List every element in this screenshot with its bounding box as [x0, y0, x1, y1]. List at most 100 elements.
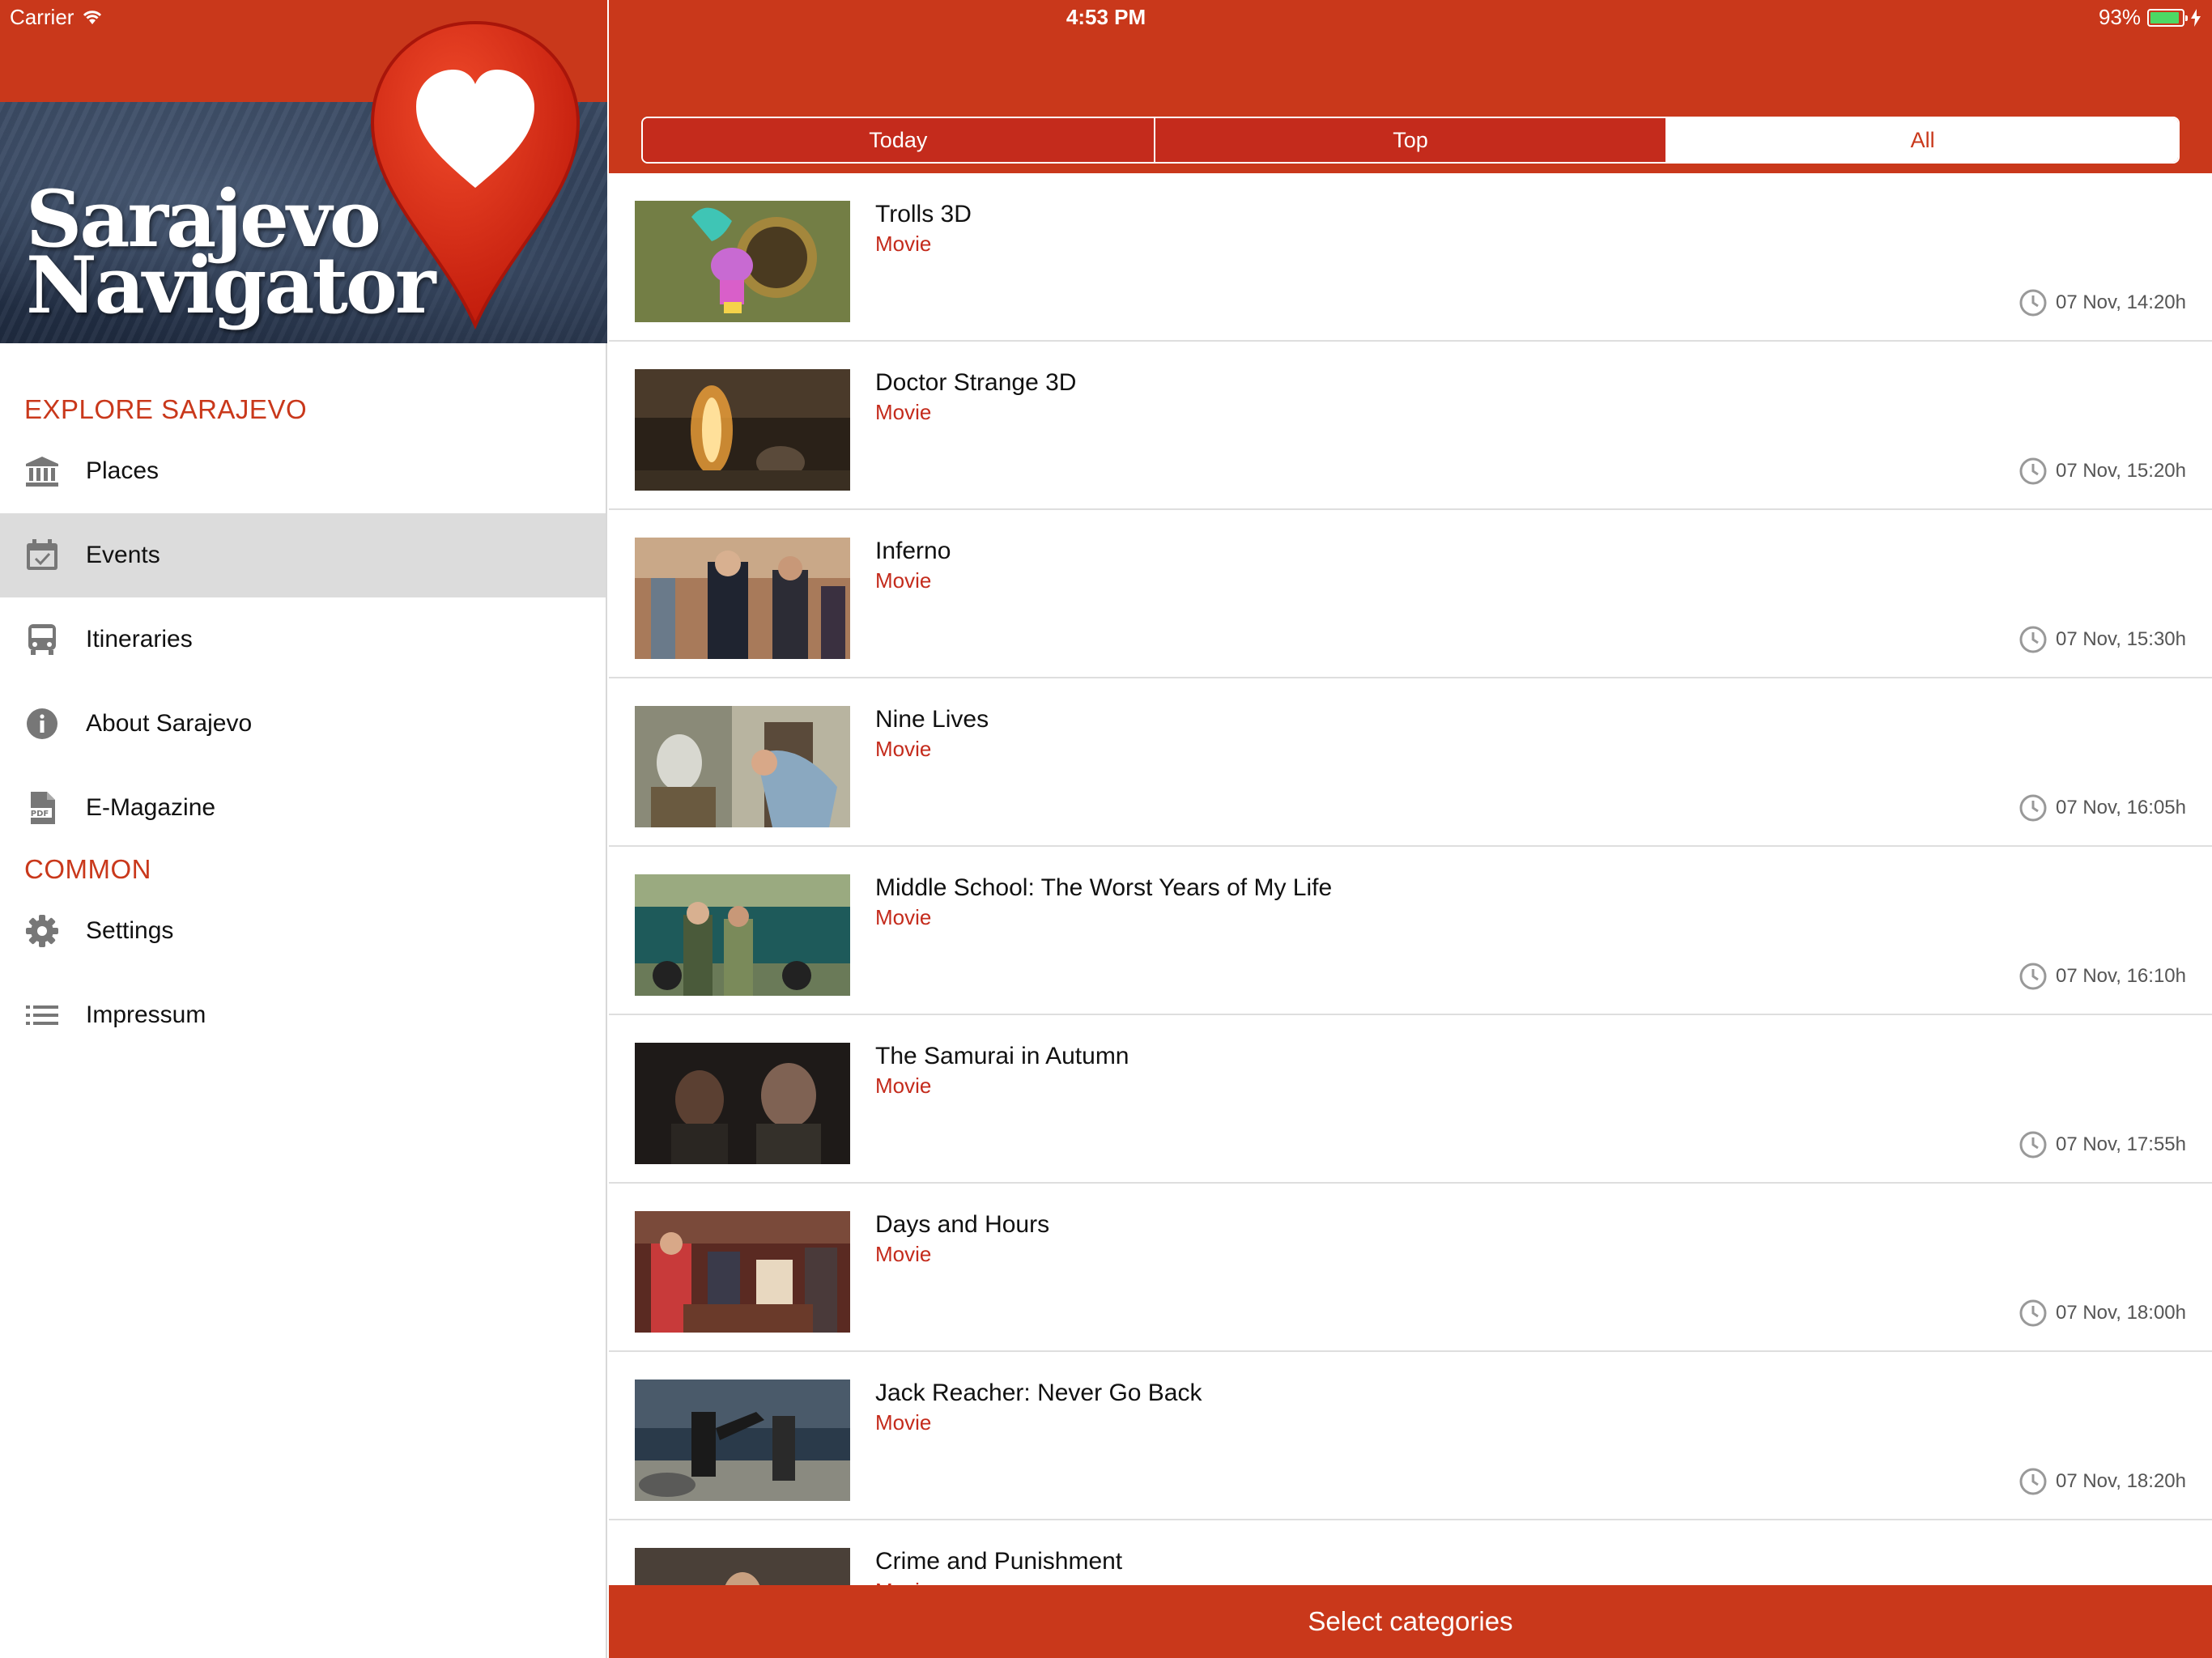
event-category: Movie — [875, 568, 932, 593]
sidebar-nav: EXPLORE SARAJEVO Places Events Itinerari… — [0, 343, 606, 1057]
event-row[interactable]: Inferno Movie 07 Nov, 15:30h — [609, 510, 2212, 678]
event-datetime: 07 Nov, 18:00h — [2018, 1299, 2186, 1328]
event-row[interactable]: Trolls 3D Movie 07 Nov, 14:20h — [609, 173, 2212, 342]
info-icon — [27, 708, 57, 739]
events-panel: Today Top All Trolls 3D Movie 07 Nov, 14… — [609, 0, 2212, 1658]
event-time-label: 07 Nov, 18:00h — [2055, 1302, 2186, 1324]
event-time-label: 07 Nov, 16:05h — [2055, 797, 2186, 818]
event-category: Movie — [875, 737, 932, 761]
sidebar-item-about-sarajevo[interactable]: About Sarajevo — [0, 682, 606, 766]
event-title: Inferno — [875, 538, 951, 564]
event-thumbnail — [635, 1211, 850, 1333]
sidebar-item-label: About Sarajevo — [86, 710, 253, 737]
event-time-label: 07 Nov, 14:20h — [2055, 291, 2186, 313]
event-datetime: 07 Nov, 16:10h — [2018, 962, 2186, 991]
event-category: Movie — [875, 1242, 932, 1266]
event-thumbnail — [635, 369, 850, 491]
sidebar-item-label: Events — [86, 542, 160, 568]
section-title-common: COMMON — [24, 854, 151, 884]
bus-icon — [28, 624, 56, 655]
status-bar: Carrier 4:53 PM 93% — [0, 0, 2212, 34]
sidebar-item-label: Places — [86, 457, 160, 484]
event-title: Nine Lives — [875, 706, 989, 733]
list-icon — [26, 1005, 58, 1025]
pdf-icon: PDF — [28, 792, 55, 824]
gear-icon — [26, 915, 58, 947]
event-title: Trolls 3D — [875, 201, 972, 227]
event-datetime: 07 Nov, 16:05h — [2018, 793, 2186, 823]
event-time-label: 07 Nov, 18:20h — [2055, 1470, 2186, 1492]
event-row[interactable]: Days and Hours Movie 07 Nov, 18:00h — [609, 1184, 2212, 1352]
tab-top[interactable]: Top — [1155, 118, 1668, 162]
sidebar-item-label: Impressum — [86, 1001, 206, 1028]
sidebar: Sarajevo Navigator EXPLORE SARAJEVO Plac… — [0, 0, 607, 1658]
select-categories-button[interactable]: Select categories — [609, 1585, 2212, 1658]
sidebar-header: Sarajevo Navigator — [0, 0, 607, 343]
event-category: Movie — [875, 232, 932, 256]
event-category: Movie — [875, 400, 932, 424]
clock-icon — [2019, 626, 2047, 653]
event-row[interactable]: Middle School: The Worst Years of My Lif… — [609, 847, 2212, 1015]
clock-icon — [2019, 1299, 2047, 1327]
event-datetime: 07 Nov, 18:20h — [2018, 1467, 2186, 1496]
map-pin-heart-icon — [370, 20, 581, 330]
section-title-explore: EXPLORE SARAJEVO — [24, 394, 308, 424]
event-thumbnail — [635, 874, 850, 996]
event-row[interactable]: Crime and Punishment Movie — [609, 1520, 2212, 1585]
sidebar-item-settings[interactable]: Settings — [0, 889, 606, 973]
event-category: Movie — [875, 905, 932, 929]
events-list[interactable]: Trolls 3D Movie 07 Nov, 14:20h Doctor St… — [609, 173, 2212, 1585]
sidebar-item-label: Itineraries — [86, 626, 193, 653]
event-thumbnail — [635, 1380, 850, 1501]
filter-segmented-control: Today Top All — [641, 117, 2180, 164]
event-datetime: 07 Nov, 15:30h — [2018, 625, 2186, 654]
sidebar-item-e-magazine[interactable]: PDF E-Magazine — [0, 766, 606, 850]
clock-icon — [2019, 1468, 2047, 1495]
event-thumbnail — [635, 1548, 850, 1585]
event-row[interactable]: The Samurai in Autumn Movie 07 Nov, 17:5… — [609, 1015, 2212, 1184]
event-time-label: 07 Nov, 16:10h — [2055, 965, 2186, 987]
sidebar-item-itineraries[interactable]: Itineraries — [0, 597, 606, 682]
event-category: Movie — [875, 1073, 932, 1098]
clock-icon — [2019, 457, 2047, 485]
clock-icon — [2019, 963, 2047, 990]
event-datetime: 07 Nov, 14:20h — [2018, 288, 2186, 317]
calendar-check-icon — [27, 539, 57, 570]
tab-all[interactable]: All — [1667, 118, 2178, 162]
sidebar-item-label: Settings — [86, 917, 174, 944]
event-thumbnail — [635, 706, 850, 827]
clock-icon — [2019, 289, 2047, 317]
event-datetime: 07 Nov, 15:20h — [2018, 457, 2186, 486]
event-title: Doctor Strange 3D — [875, 369, 1077, 396]
event-row[interactable]: Doctor Strange 3D Movie 07 Nov, 15:20h — [609, 342, 2212, 510]
event-time-label: 07 Nov, 15:30h — [2055, 628, 2186, 650]
event-title: Crime and Punishment — [875, 1548, 1123, 1575]
event-category: Movie — [875, 1579, 931, 1585]
status-time: 4:53 PM — [1066, 5, 1146, 29]
event-thumbnail — [635, 1043, 850, 1164]
charging-bolt-icon — [2191, 8, 2201, 27]
event-row[interactable]: Jack Reacher: Never Go Back Movie 07 Nov… — [609, 1352, 2212, 1520]
event-thumbnail — [635, 201, 850, 322]
clock-icon — [2019, 794, 2047, 822]
event-title: Jack Reacher: Never Go Back — [875, 1380, 1202, 1406]
event-title: The Samurai in Autumn — [875, 1043, 1129, 1069]
sidebar-item-impressum[interactable]: Impressum — [0, 973, 606, 1057]
battery-icon — [2147, 8, 2188, 27]
sidebar-item-places[interactable]: Places — [0, 429, 606, 513]
clock-icon — [2019, 1131, 2047, 1158]
svg-text:PDF: PDF — [31, 810, 49, 818]
sidebar-item-label: E-Magazine — [86, 794, 216, 821]
battery-percent: 93% — [2098, 5, 2141, 29]
event-datetime: 07 Nov, 17:55h — [2018, 1130, 2186, 1159]
sidebar-item-events[interactable]: Events — [0, 513, 606, 597]
event-row[interactable]: Nine Lives Movie 07 Nov, 16:05h — [609, 678, 2212, 847]
event-thumbnail — [635, 538, 850, 659]
event-category: Movie — [875, 1410, 932, 1435]
battery-indicator: 93% — [2099, 5, 2201, 30]
museum-icon — [26, 457, 58, 487]
tab-today[interactable]: Today — [643, 118, 1155, 162]
event-time-label: 07 Nov, 15:20h — [2055, 460, 2186, 482]
event-title: Middle School: The Worst Years of My Lif… — [875, 874, 1333, 901]
event-time-label: 07 Nov, 17:55h — [2055, 1133, 2186, 1155]
